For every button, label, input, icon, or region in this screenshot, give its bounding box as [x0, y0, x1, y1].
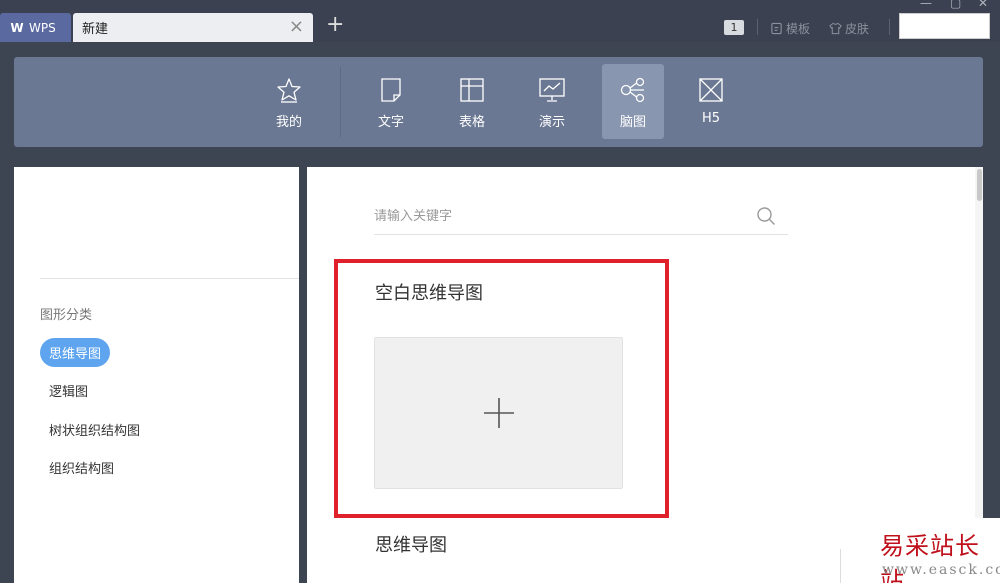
document-tab[interactable]: 新建 × [73, 13, 313, 42]
category-spreadsheet[interactable]: 表格 [441, 64, 503, 139]
category-label: H5 [701, 111, 721, 126]
template-button[interactable]: 模板 [770, 20, 810, 37]
category-label: 演示 [538, 115, 565, 130]
category-mindmap[interactable]: 脑图 [602, 64, 664, 139]
mindmap-section-title: 思维导图 [375, 535, 447, 556]
mindmap-icon [620, 77, 645, 103]
sidebar-item-logic[interactable]: 逻辑图 [40, 376, 97, 405]
document-tab-label: 新建 [82, 22, 109, 37]
skin-label: 皮肤 [845, 22, 870, 36]
divider [340, 67, 341, 137]
minimize-icon[interactable]: — [920, 0, 932, 10]
sidebar-item-tree-org[interactable]: 树状组织结构图 [40, 415, 149, 444]
tab-count-badge[interactable]: 1 [724, 20, 744, 35]
new-blank-mindmap-card[interactable] [374, 337, 623, 489]
sidebar-title: 图形分类 [40, 308, 93, 323]
category-label: 脑图 [619, 115, 646, 130]
category-h5[interactable]: H5 [680, 64, 742, 139]
category-label: 文字 [377, 115, 404, 130]
blank-mindmap-title: 空白思维导图 [375, 283, 483, 304]
search-input[interactable] [374, 208, 744, 224]
search-icon[interactable] [756, 206, 776, 226]
presentation-icon [539, 78, 565, 102]
watermark-url: www.easck.com [882, 562, 1000, 578]
close-tab-icon[interactable]: × [289, 18, 304, 36]
spreadsheet-icon [460, 78, 484, 102]
maximize-icon[interactable]: ▢ [950, 0, 961, 10]
scrollbar-thumb[interactable] [977, 169, 982, 201]
category-bar: 我的 文字 表格 演示 脑图 H5 [14, 57, 983, 147]
close-window-icon[interactable]: ✕ [978, 0, 988, 10]
shirt-icon [829, 22, 842, 35]
wps-logo-icon: W [10, 20, 24, 35]
document-icon [381, 78, 401, 102]
sidebar: 图形分类 思维导图 逻辑图 树状组织结构图 组织结构图 [14, 167, 299, 583]
divider [40, 278, 299, 279]
search-bar [374, 198, 788, 235]
top-search-box[interactable] [899, 13, 990, 39]
category-label: 表格 [458, 115, 485, 130]
template-icon [771, 22, 782, 35]
new-tab-button[interactable]: + [326, 14, 344, 36]
sidebar-item-org[interactable]: 组织结构图 [40, 453, 123, 482]
h5-icon [699, 78, 723, 102]
sidebar-item-mindmap[interactable]: 思维导图 [40, 338, 111, 367]
category-presentation[interactable]: 演示 [521, 64, 583, 139]
title-bar: W WPS 新建 × + 1 模板 皮肤 — ▢ ✕ [0, 0, 1000, 42]
skin-button[interactable]: 皮肤 [829, 20, 869, 37]
watermark: 易采站长站 www.easck.com [868, 518, 1000, 583]
category-label: 我的 [275, 115, 302, 130]
divider [757, 19, 758, 35]
divider [889, 19, 890, 35]
divider [840, 549, 841, 583]
category-writer[interactable]: 文字 [360, 64, 422, 139]
template-label: 模板 [786, 22, 811, 36]
category-mine[interactable]: 我的 [258, 64, 320, 139]
app-tab[interactable]: W WPS [0, 13, 71, 42]
app-tab-label: WPS [29, 20, 56, 35]
star-icon [277, 78, 301, 103]
plus-icon [483, 398, 514, 428]
